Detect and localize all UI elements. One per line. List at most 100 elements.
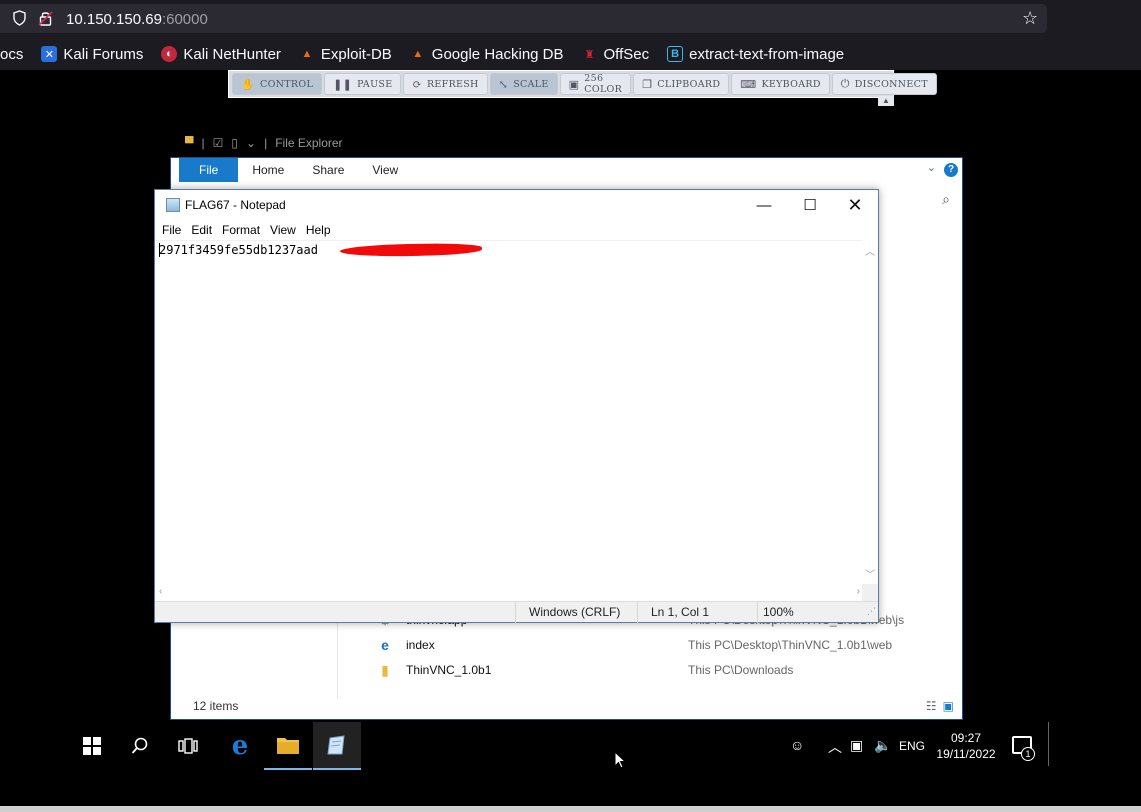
chevron-down-icon[interactable]: ⌄ — [927, 161, 936, 174]
task-view-button[interactable] — [164, 722, 212, 770]
url-text[interactable]: 10.150.150.69:60000 — [66, 11, 208, 28]
line-ending-status: Windows (CRLF) — [515, 602, 637, 623]
scroll-down-icon[interactable]: ﹀ — [865, 566, 875, 581]
notepad-taskbar-button[interactable] — [313, 722, 361, 770]
close-button[interactable]: ✕ — [832, 190, 878, 220]
show-desktop-button[interactable] — [1048, 722, 1049, 766]
vnc-keyboard-button[interactable]: ⌨ KEYBOARD — [731, 73, 830, 95]
vnc-scale-button[interactable]: ⤡ SCALE — [489, 73, 558, 95]
volume-muted-icon[interactable]: 🔈 — [874, 737, 891, 754]
explorer-title: File Explorer — [275, 136, 343, 150]
horizontal-scrollbar[interactable]: ‹ › — [155, 584, 864, 601]
edge-browser-icon[interactable]: e — [216, 722, 264, 770]
clock[interactable]: 09:27 19/11/2022 — [928, 730, 1004, 762]
bookmark-exploit-db[interactable]: ▲ Exploit-DB — [299, 46, 391, 63]
dropdown-icon[interactable]: ⌄ — [246, 136, 256, 150]
menu-file[interactable]: File — [162, 223, 188, 237]
scroll-up-icon[interactable]: ︿ — [865, 243, 875, 258]
people-icon[interactable]: ☺ — [790, 737, 804, 753]
star-icon[interactable]: ☆ — [1022, 8, 1038, 29]
search-button[interactable] — [116, 722, 164, 770]
window-title: FLAG67 - Notepad — [185, 198, 286, 212]
tab-share[interactable]: Share — [298, 158, 358, 182]
bookmark-extract-text[interactable]: Bextract-text-from-image — [667, 46, 844, 63]
kali-forums-icon: ✕ — [41, 46, 58, 62]
file-location: This PC\Desktop\ThinVNC_1.0b1\web — [688, 638, 893, 652]
mouse-cursor-icon — [614, 750, 627, 774]
search-icon[interactable]: ⌕ — [942, 191, 950, 208]
menu-view[interactable]: View — [270, 223, 303, 237]
nethunter-icon: ◐ — [161, 46, 178, 62]
network-icon[interactable]: ▣ — [850, 737, 863, 754]
notepad-window: FLAG67 - Notepad — ☐ ✕ File Edit Format … — [154, 189, 879, 623]
tab-home[interactable]: Home — [238, 158, 298, 182]
file-row[interactable]: e index This PC\Desktop\ThinVNC_1.0b1\we… — [376, 634, 956, 656]
zoom-status: 100% — [757, 602, 867, 623]
vnc-refresh-button[interactable]: ⟳ REFRESH — [403, 73, 488, 95]
browser-bottom-border — [0, 806, 1141, 812]
large-icons-view-icon[interactable]: ▣ — [943, 699, 954, 713]
exploit-db-icon: ▲ — [301, 48, 313, 60]
file-name: ThinVNC_1.0b1 — [406, 663, 492, 677]
scroll-left-icon[interactable]: ‹ — [159, 586, 162, 597]
start-button[interactable] — [68, 722, 116, 770]
menu-format[interactable]: Format — [222, 223, 267, 237]
url-bar[interactable]: 10.150.150.69:60000 ☆ — [0, 4, 1047, 33]
flag-text: 2971f3459fe55db1237aad — [159, 243, 318, 257]
chevron-up-icon[interactable]: ︿ — [828, 737, 842, 757]
vnc-toolbar-collapse-icon[interactable]: ▲ — [878, 96, 894, 106]
scroll-right-icon[interactable]: › — [857, 586, 860, 597]
refresh-icon: ⟳ — [412, 77, 422, 91]
file-explorer-taskbar-button[interactable] — [264, 722, 312, 770]
bookmark-offsec[interactable]: ♜ OffSec — [582, 46, 650, 63]
vnc-disconnect-button[interactable]: ⏻ DISCONNECT — [831, 73, 937, 95]
ghdb-icon: ▲ — [412, 48, 424, 60]
menu-edit[interactable]: Edit — [191, 223, 219, 237]
bookmark-b-icon: B — [667, 46, 684, 62]
task-view-icon — [178, 738, 198, 754]
bookmark-kali-nethunter[interactable]: ◐ Kali NetHunter — [161, 46, 281, 63]
mouse-icon: ✋ — [241, 77, 255, 91]
clock-time: 09:27 — [950, 731, 982, 745]
image-icon: ▣ — [568, 77, 580, 91]
explorer-ribbon: File Home Share View ⌄ ? — [179, 158, 962, 182]
bookmark-kali-forums[interactable]: ✕ Kali Forums — [41, 46, 143, 63]
notepad-text-area[interactable]: 2971f3459fe55db1237aad — [155, 240, 864, 584]
vnc-clipboard-button[interactable]: ❐ CLIPBOARD — [633, 73, 730, 95]
properties-icon[interactable]: ☑ — [213, 136, 224, 150]
windows-logo-icon — [83, 737, 101, 755]
maximize-button[interactable]: ☐ — [787, 190, 833, 220]
lock-insecure-icon[interactable] — [38, 10, 53, 29]
windows-taskbar: e ☺ ︿ ▣ 🔈 ENG 09:27 19/11/2022 1 — [0, 722, 1141, 772]
details-view-icon[interactable]: ☷ — [926, 699, 937, 713]
minimize-button[interactable]: — — [741, 190, 787, 220]
separator: | — [264, 136, 268, 150]
separator: | — [201, 136, 205, 150]
notepad-icon — [166, 198, 180, 212]
file-name: index — [406, 638, 435, 652]
browser-toolbar: 10.150.150.69:60000 ☆ ocs ✕ Kali Forums ◐… — [0, 0, 1141, 70]
vnc-control-button[interactable]: ✋ CONTROL — [232, 73, 323, 95]
new-folder-icon[interactable]: ▯ — [231, 136, 238, 150]
vertical-scrollbar[interactable]: ︿ ﹀ — [862, 240, 878, 584]
file-row[interactable]: ▮ ThinVNC_1.0b1 This PC\Downloads — [376, 659, 956, 681]
vnc-pause-button[interactable]: ❚❚ PAUSE — [324, 73, 402, 95]
menu-help[interactable]: Help — [306, 223, 338, 237]
resize-grip-icon[interactable]: ⋰ — [867, 606, 876, 617]
notepad-icon — [327, 735, 345, 755]
input-language[interactable]: ENG — [899, 739, 925, 753]
cursor-position-status: Ln 1, Col 1 — [637, 602, 757, 623]
keyboard-icon: ⌨ — [740, 77, 757, 91]
tab-file[interactable]: File — [179, 158, 239, 182]
help-icon[interactable]: ? — [944, 163, 958, 177]
folder-icon[interactable]: ▀ — [185, 136, 194, 150]
file-location: This PC\Downloads — [688, 663, 794, 677]
vnc-color-button[interactable]: ▣ 256 COLOR — [559, 73, 632, 95]
view-toggles: ☷ ▣ — [926, 699, 954, 713]
shield-icon[interactable] — [12, 10, 27, 29]
tab-view[interactable]: View — [358, 158, 412, 182]
notepad-titlebar[interactable]: FLAG67 - Notepad — ☐ ✕ — [155, 190, 878, 220]
edge-html-icon: e — [381, 637, 389, 653]
bookmark-docs[interactable]: ocs — [0, 46, 23, 63]
bookmark-google-hacking-db[interactable]: ▲ Google Hacking DB — [410, 46, 563, 63]
